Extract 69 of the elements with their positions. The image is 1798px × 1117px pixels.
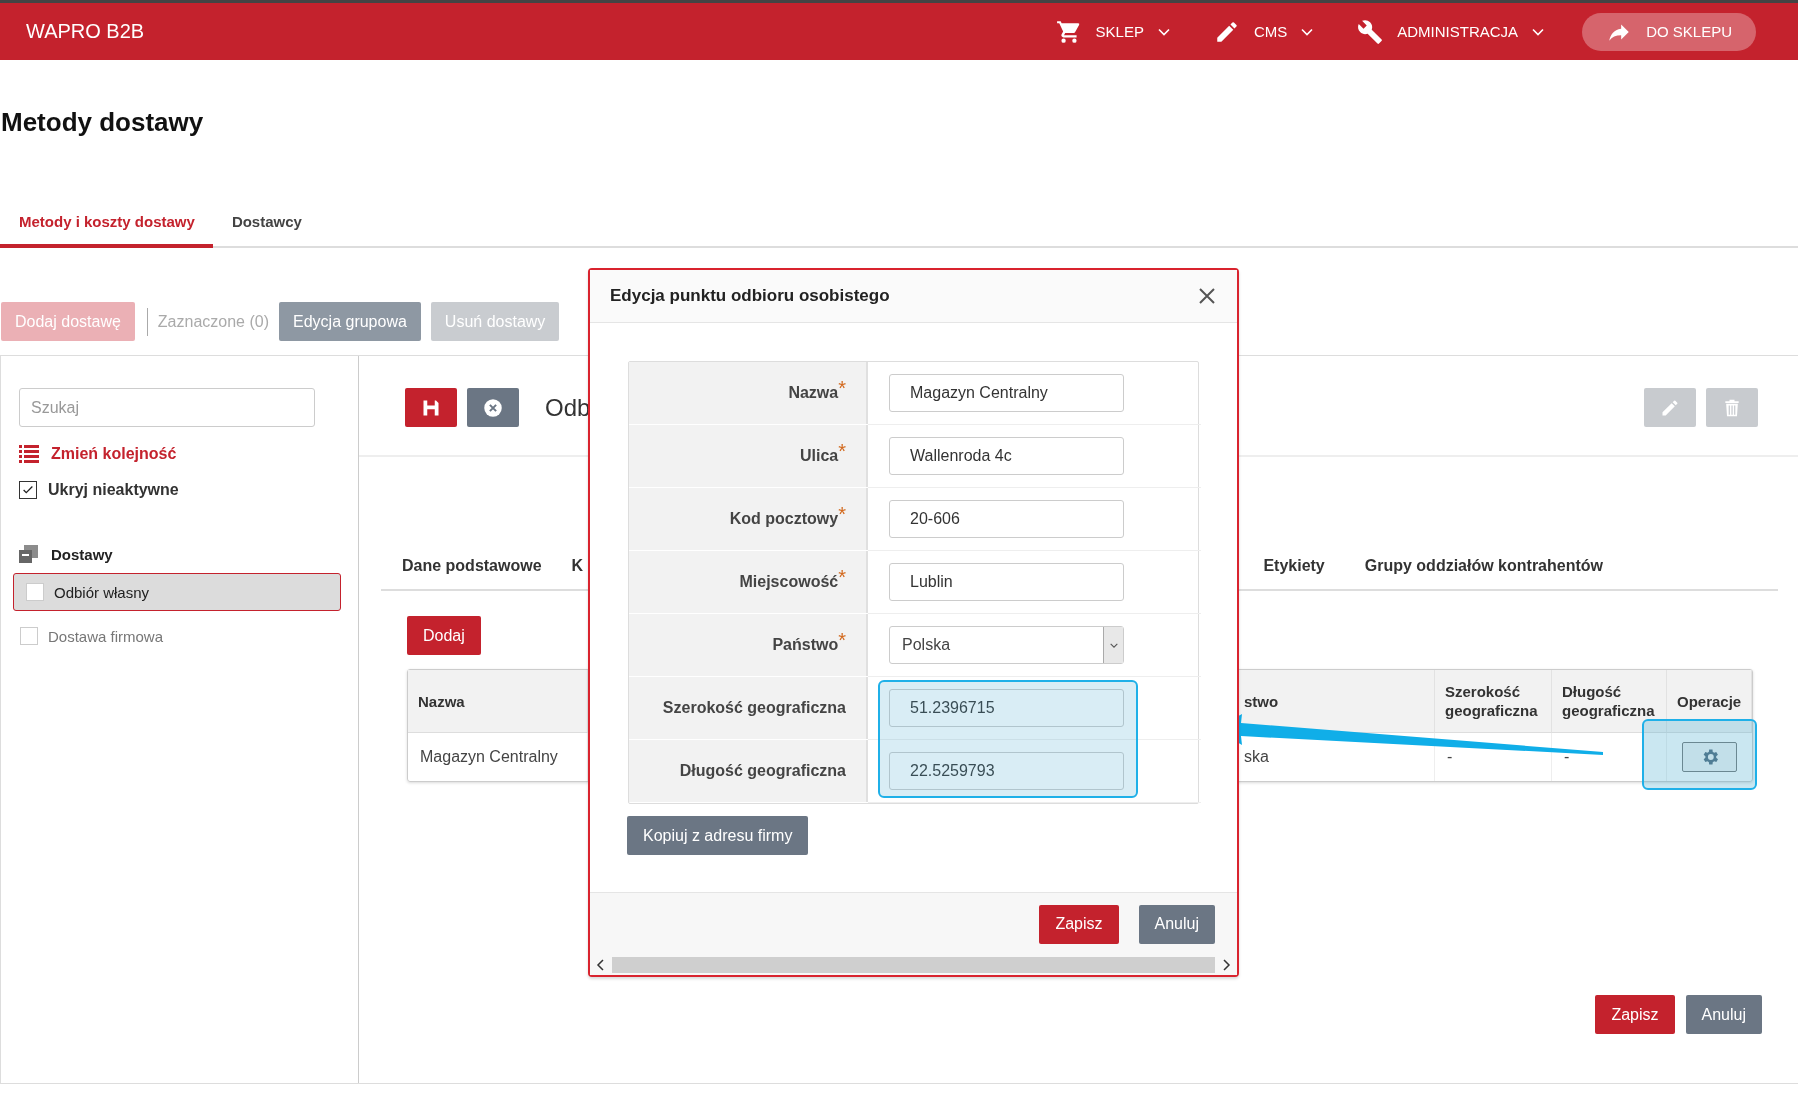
field-label: Nazwa bbox=[788, 384, 839, 402]
close-icon[interactable] bbox=[1197, 286, 1217, 306]
chevron-left-icon[interactable] bbox=[596, 959, 606, 971]
toolbar-button[interactable]: Edycja grupowa bbox=[279, 302, 421, 341]
app-logo: WAPRO B2B bbox=[26, 20, 145, 43]
input-field[interactable]: 51.2396715 bbox=[889, 689, 1124, 727]
section-tab[interactable]: Etykiety bbox=[1263, 557, 1325, 575]
horizontal-scrollbar[interactable] bbox=[590, 955, 1237, 975]
required-mark: * bbox=[838, 568, 846, 586]
nav-menu-item[interactable]: ADMINISTRACJA bbox=[1397, 23, 1519, 40]
nav-menu-item[interactable]: SKLEP bbox=[1095, 23, 1144, 40]
column-header: Nazwa bbox=[408, 670, 588, 733]
column-header: Długość geograficzna bbox=[1552, 670, 1667, 733]
required-mark: * bbox=[838, 379, 846, 397]
column-header: stwo bbox=[1238, 670, 1435, 733]
list-icon[interactable] bbox=[19, 445, 39, 463]
required-mark: * bbox=[838, 505, 846, 523]
tab[interactable]: Metody i koszty dostawy bbox=[0, 201, 213, 248]
wrench-icon[interactable] bbox=[1357, 18, 1384, 45]
column-header: Operacje bbox=[1667, 670, 1752, 733]
required-mark: * bbox=[838, 442, 846, 460]
add-button[interactable]: Dodaj bbox=[407, 616, 481, 655]
delivery-label: Dostawa firmowa bbox=[48, 627, 164, 645]
shop-button[interactable]: DO SKLEPU bbox=[1582, 12, 1756, 51]
page-title: Metody dostawy bbox=[1, 106, 205, 138]
selection-count: Zaznaczone (0) bbox=[157, 312, 269, 331]
dialog-button[interactable]: Zapisz bbox=[1039, 904, 1119, 944]
delivery-item[interactable]: Odbiór własny bbox=[13, 573, 341, 611]
tab[interactable]: Dostawcy bbox=[212, 201, 320, 248]
checkbox-label: Ukryj nieaktywne bbox=[48, 481, 179, 499]
delivery-item[interactable]: Dostawa firmowa bbox=[13, 621, 341, 651]
required-mark: * bbox=[838, 631, 846, 649]
delivery-label: Odbiór własny bbox=[54, 583, 150, 601]
save-button[interactable] bbox=[405, 388, 457, 427]
cancel-button[interactable] bbox=[467, 388, 519, 427]
nav-menu-item[interactable]: CMS bbox=[1253, 23, 1288, 40]
group-label: Dostawy bbox=[51, 545, 113, 563]
section-tab[interactable]: Dane podstawowe bbox=[402, 557, 542, 575]
cart-icon[interactable] bbox=[1055, 18, 1082, 45]
checkbox[interactable] bbox=[19, 481, 37, 499]
input-field[interactable]: Lublin bbox=[889, 563, 1124, 601]
field-label: Szerokość geograficzna bbox=[662, 699, 846, 717]
reorder-link[interactable]: Zmień kolejność bbox=[51, 445, 177, 463]
field-label: Długość geograficzna bbox=[679, 762, 846, 780]
field-label: Miejscowość bbox=[739, 573, 839, 591]
field-label: Kod pocztowy bbox=[729, 510, 839, 528]
input-field[interactable]: Magazyn Centralny bbox=[889, 374, 1124, 412]
field-label: Ulica bbox=[799, 447, 839, 465]
form-button[interactable]: Anuluj bbox=[1685, 995, 1762, 1034]
detail-title: Odb bbox=[545, 393, 591, 422]
input-field[interactable]: 22.5259793 bbox=[889, 752, 1124, 790]
close-icon bbox=[483, 397, 503, 418]
dialog-button[interactable]: Anuluj bbox=[1138, 904, 1215, 944]
input-field[interactable]: Wallenroda 4c bbox=[889, 437, 1124, 475]
section-tab[interactable]: K bbox=[571, 557, 584, 575]
boxes-icon bbox=[19, 545, 39, 563]
field-label: Państwo bbox=[772, 636, 839, 654]
column-header: Szerokość geograficzna bbox=[1435, 670, 1552, 733]
form-button[interactable]: Zapisz bbox=[1595, 995, 1675, 1034]
select-field[interactable]: Polska bbox=[889, 626, 1124, 664]
chevron-right-icon[interactable] bbox=[1221, 959, 1231, 971]
search-field[interactable]: Szukaj bbox=[19, 388, 315, 427]
section-tab[interactable]: Grupy oddziałów kontrahentów bbox=[1364, 557, 1603, 575]
settings-button[interactable] bbox=[1682, 742, 1737, 772]
caret-icon[interactable] bbox=[1108, 641, 1119, 649]
dialog-title: Edycja punktu odbioru osobistego bbox=[610, 286, 890, 306]
copy-address-button[interactable]: Kopiuj z adresu firmy bbox=[627, 816, 809, 855]
trash-icon bbox=[1722, 397, 1742, 418]
input-field[interactable]: 20-606 bbox=[889, 500, 1124, 538]
